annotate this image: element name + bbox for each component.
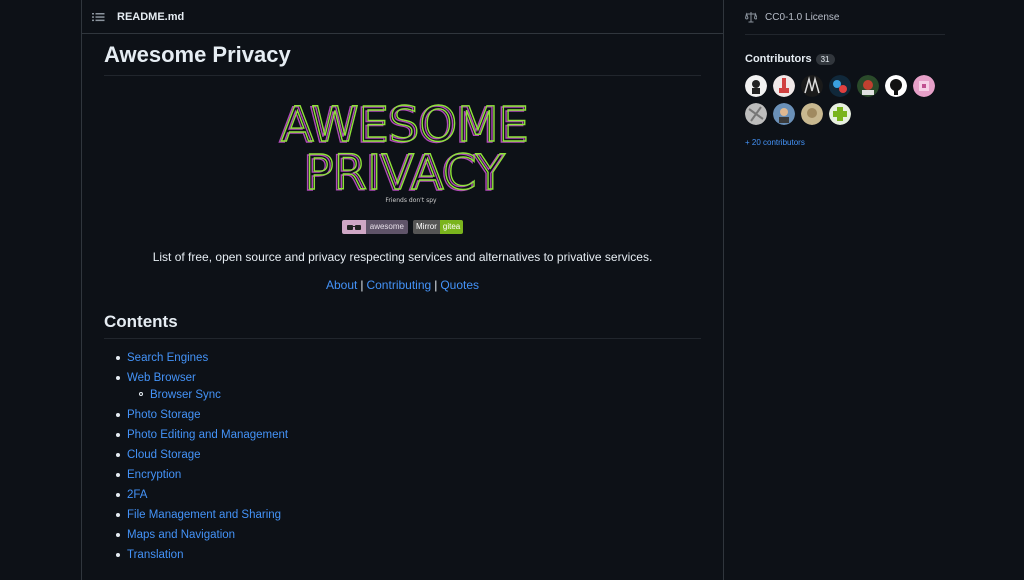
toc-item: Maps and Navigation: [116, 528, 701, 542]
list-icon[interactable]: [92, 10, 106, 24]
logo-line2-green: PRIVACY: [304, 145, 505, 201]
toc-link-2fa[interactable]: 2FA: [127, 489, 147, 501]
toc-item: Translation: [116, 548, 701, 562]
toc-item: File Management and Sharing: [116, 508, 701, 522]
contributors-label: Contributors: [745, 53, 812, 65]
license-label: CC0-1.0 License: [765, 11, 840, 23]
toc-link-maps[interactable]: Maps and Navigation: [127, 529, 235, 541]
toc-item: Cloud Storage: [116, 448, 701, 462]
toc-link-translation[interactable]: Translation: [127, 549, 183, 561]
toc-link-photo-storage[interactable]: Photo Storage: [127, 409, 201, 421]
header-links: About | Contributing | Quotes: [104, 278, 701, 292]
mirror-badge-left: Mirror: [413, 220, 440, 234]
avatar[interactable]: [773, 103, 795, 125]
awesome-privacy-logo: AWESOME AWESOME PRIVACY PRIVACY Friends …: [104, 96, 701, 206]
toc-subitem: Browser Sync: [139, 388, 701, 402]
page-title: Awesome Privacy: [104, 42, 701, 76]
mirror-badge-right: gitea: [439, 220, 464, 234]
link-separator: |: [434, 278, 438, 292]
avatar[interactable]: [857, 75, 879, 97]
avatar[interactable]: [745, 75, 767, 97]
contributors-count: 31: [815, 53, 835, 65]
avatar[interactable]: [885, 75, 907, 97]
toc-link-web-browser[interactable]: Web Browser: [127, 372, 196, 384]
toc-item: Photo Storage: [116, 408, 701, 422]
logo-tagline: Friends don't spy: [385, 197, 437, 204]
license-link[interactable]: CC0-1.0 License: [745, 0, 945, 35]
contents-heading: Contents: [104, 312, 701, 339]
toc-item: Encryption: [116, 468, 701, 482]
toc-link-cloud-storage[interactable]: Cloud Storage: [127, 449, 201, 461]
table-of-contents: Search Engines Web Browser Browser Sync …: [104, 351, 701, 562]
toc-link-encryption[interactable]: Encryption: [127, 469, 181, 481]
more-contributors-link[interactable]: + 20 contributors: [745, 138, 945, 147]
contributor-avatars: [745, 75, 945, 125]
avatar[interactable]: [801, 103, 823, 125]
readme-header: README.md: [82, 0, 723, 34]
readme-body: Awesome Privacy AWESOME AWESOME PRIVACY …: [82, 42, 723, 562]
description: List of free, open source and privacy re…: [152, 250, 653, 264]
awesome-badge[interactable]: awesome: [341, 220, 408, 234]
sidebar: CC0-1.0 License Contributors 31 + 20 con…: [745, 0, 945, 147]
avatar[interactable]: [829, 75, 851, 97]
glasses-icon: [341, 220, 366, 234]
toc-link-browser-sync[interactable]: Browser Sync: [150, 389, 221, 401]
contributing-link[interactable]: Contributing: [366, 278, 431, 292]
readme-panel: README.md Awesome Privacy AWESOME AWESOM…: [81, 0, 724, 580]
toc-link-file-management[interactable]: File Management and Sharing: [127, 509, 281, 521]
readme-filename: README.md: [117, 10, 185, 23]
badges-row: awesome Mirror gitea: [104, 220, 701, 234]
about-link[interactable]: About: [326, 278, 357, 292]
link-separator: |: [360, 278, 364, 292]
toc-item: Photo Editing and Management: [116, 428, 701, 442]
toc-item: Web Browser Browser Sync: [116, 371, 701, 402]
toc-item: 2FA: [116, 488, 701, 502]
avatar[interactable]: [801, 75, 823, 97]
toc-link-search-engines[interactable]: Search Engines: [127, 352, 208, 364]
quotes-link[interactable]: Quotes: [440, 278, 479, 292]
scale-icon: [745, 12, 757, 23]
toc-sublist: Browser Sync: [127, 388, 701, 402]
contributors-heading[interactable]: Contributors 31: [745, 53, 945, 65]
toc-link-photo-editing[interactable]: Photo Editing and Management: [127, 429, 288, 441]
mirror-gitea-badge[interactable]: Mirror gitea: [413, 220, 464, 234]
toc-item: Search Engines: [116, 351, 701, 365]
awesome-badge-label: awesome: [365, 220, 408, 234]
avatar[interactable]: [913, 75, 935, 97]
avatar[interactable]: [773, 75, 795, 97]
logo-graphic: AWESOME AWESOME PRIVACY PRIVACY Friends …: [278, 96, 529, 204]
avatar[interactable]: [745, 103, 767, 125]
avatar[interactable]: [829, 103, 851, 125]
